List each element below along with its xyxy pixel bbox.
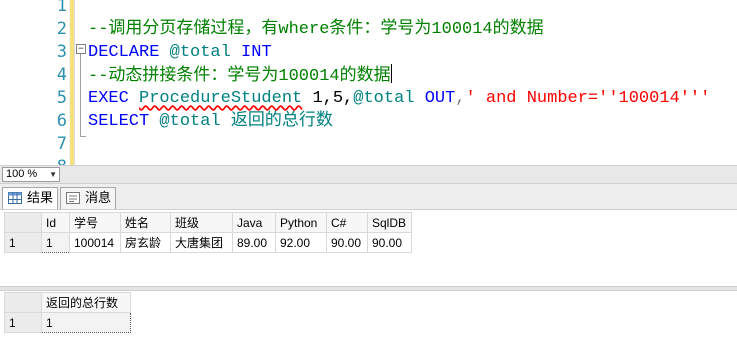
code-line-5: EXEC ProcedureStudent 1,5,@total OUT,' a… (88, 87, 710, 110)
column-header[interactable]: Id (41, 212, 70, 233)
table-cell[interactable]: 90.00 (326, 232, 368, 253)
table-cell[interactable]: 100014 (69, 232, 121, 253)
keyword: DECLARE (88, 43, 160, 62)
line-number: 6 (56, 111, 67, 131)
grid-corner[interactable] (4, 212, 42, 233)
code-line-3: DECLARE @total INT (88, 41, 272, 64)
variable: @total (159, 112, 221, 131)
column-header[interactable]: Python (275, 212, 327, 233)
table-cell[interactable]: 1 (41, 312, 131, 333)
table-cell[interactable]: 92.00 (275, 232, 327, 253)
comma: , (455, 89, 466, 108)
line-number: 1 (56, 0, 67, 16)
line-number: 2 (56, 19, 67, 39)
collapse-toggle-icon[interactable]: − (76, 44, 86, 54)
tab-messages[interactable]: 消息 (60, 187, 116, 209)
table-cell[interactable]: 1 (41, 232, 70, 253)
code-line-4: --动态拼接条件：学号为100014的数据 (88, 64, 392, 88)
alias: 返回的总行数 (230, 112, 333, 131)
column-header[interactable]: C# (326, 212, 368, 233)
line-number: 8 (0, 156, 67, 165)
results-panel-2: 返回的总行数 1 1 (0, 291, 737, 346)
line-number-gutter: 1 2 3 4 5 6 7 8 (0, 0, 69, 165)
grid-icon (8, 192, 22, 204)
column-header[interactable]: 班级 (170, 212, 233, 233)
line-number: 3 (56, 42, 67, 62)
keyword: SELECT (88, 112, 150, 131)
table-row[interactable]: 1 1 (4, 312, 131, 333)
column-header[interactable]: SqlDB (367, 212, 412, 233)
line-number: 7 (56, 134, 67, 154)
zoom-select[interactable]: 100 % ▼ (2, 167, 60, 182)
tab-results[interactable]: 结果 (2, 187, 58, 209)
type-keyword: INT (241, 43, 272, 62)
comment: --动态拼接条件：学号为100014的数据 (88, 67, 391, 86)
procedure-name: ProcedureStudent (139, 89, 303, 108)
variable: @total (169, 43, 231, 62)
grid-header-row: 返回的总行数 (4, 292, 131, 313)
keyword: EXEC (88, 89, 129, 108)
results-tab-bar: 结果 消息 (0, 184, 737, 210)
column-header[interactable]: Java (232, 212, 276, 233)
column-header[interactable]: 姓名 (120, 212, 171, 233)
zoom-bar: 100 % ▼ (0, 165, 737, 184)
table-cell[interactable]: 房玄龄 (120, 232, 171, 253)
grid-corner[interactable] (4, 292, 42, 313)
query-editor[interactable]: 1 2 3 4 5 6 7 8 − --调用分页存储过程，有where条件：学号… (0, 0, 737, 165)
gutter-divider (74, 0, 75, 165)
message-icon (66, 192, 80, 204)
column-header[interactable]: 学号 (69, 212, 121, 233)
arguments: 1,5, (302, 89, 354, 108)
table-cell[interactable]: 89.00 (232, 232, 276, 253)
line-number: 4 (56, 65, 67, 85)
column-header[interactable]: 返回的总行数 (41, 292, 131, 313)
table-cell[interactable]: 90.00 (367, 232, 412, 253)
text-cursor (390, 64, 392, 83)
grid-header-row: Id 学号 姓名 班级 Java Python C# SqlDB (4, 212, 412, 233)
table-cell[interactable]: 大唐集团 (170, 232, 233, 253)
results-grid-2[interactable]: 返回的总行数 1 1 (4, 292, 131, 333)
zoom-value: 100 % (6, 168, 38, 180)
variable: @total (353, 89, 415, 108)
chevron-down-icon[interactable]: ▼ (49, 168, 57, 181)
line-number: 5 (56, 88, 67, 108)
row-number[interactable]: 1 (4, 232, 42, 253)
code-line-6: SELECT @total 返回的总行数 (88, 110, 333, 133)
string-literal: ' and Number=''100014''' (465, 89, 711, 108)
outline-line (80, 54, 81, 136)
out-keyword: OUT (424, 89, 456, 108)
code-line-2: --调用分页存储过程，有where条件：学号为100014的数据 (88, 20, 544, 39)
results-panel-1: Id 学号 姓名 班级 Java Python C# SqlDB 1 1 100… (0, 210, 737, 286)
tab-messages-label: 消息 (85, 190, 112, 205)
tab-results-label: 结果 (27, 190, 54, 205)
row-number[interactable]: 1 (4, 312, 42, 333)
outline-line-end (80, 136, 86, 137)
results-grid-1[interactable]: Id 学号 姓名 班级 Java Python C# SqlDB 1 1 100… (4, 212, 412, 253)
table-row[interactable]: 1 1 100014 房玄龄 大唐集团 89.00 92.00 90.00 90… (4, 232, 412, 253)
